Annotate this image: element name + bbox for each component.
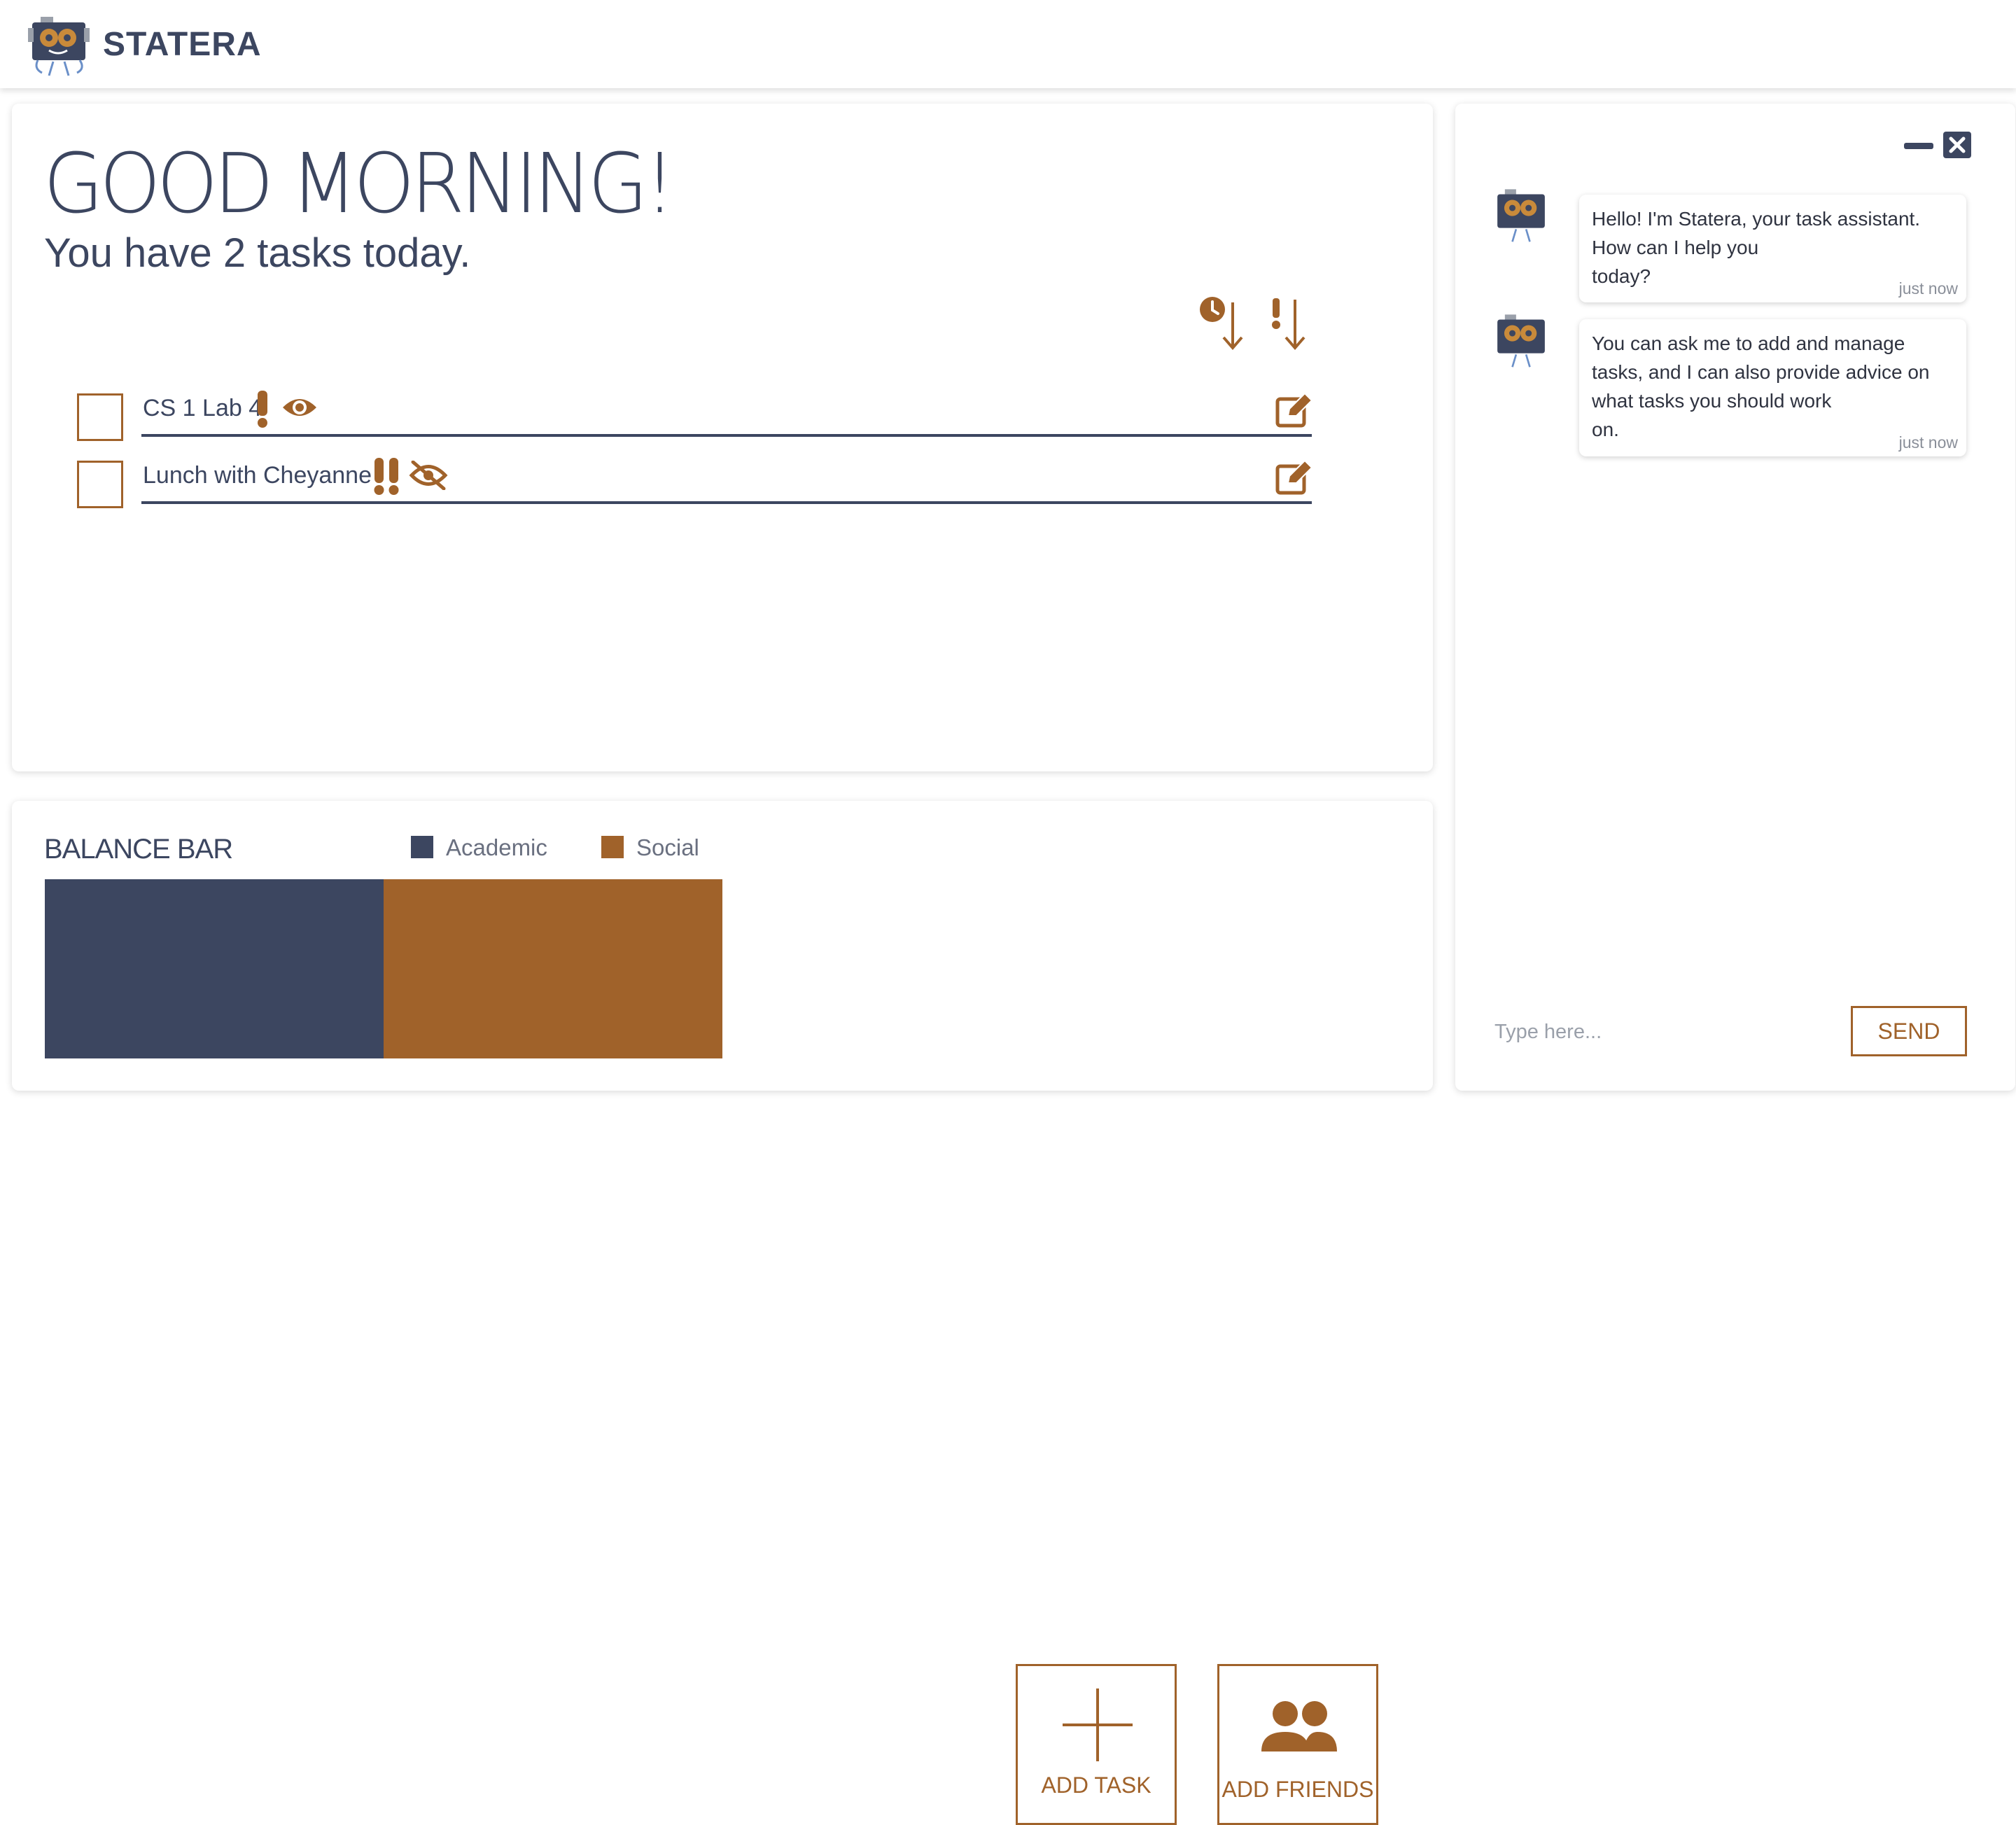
greeting-title: GOOD MORNING! bbox=[43, 135, 676, 232]
chat-message-line: How can I help you bbox=[1592, 237, 1759, 258]
sort-by-time-button[interactable] bbox=[1198, 295, 1247, 351]
legend-label: Social bbox=[636, 834, 699, 860]
balance-bar-title: BALANCE BAR bbox=[44, 834, 233, 865]
balance-bar-social bbox=[384, 879, 722, 1058]
legend-swatch-academic bbox=[411, 836, 433, 858]
double-exclamation-icon bbox=[374, 458, 399, 495]
clock-sort-down-icon bbox=[1200, 297, 1243, 351]
task-row: Lunch with Cheyanne bbox=[64, 444, 1317, 508]
chat-message-line: what tasks you should work bbox=[1592, 390, 1832, 412]
chat-message-bot: You can ask me to add and manage tasks, … bbox=[1579, 319, 1966, 456]
chat-message-time: just now bbox=[1898, 279, 1958, 298]
chat-message-text: You can ask me to add and manage tasks, … bbox=[1592, 329, 1930, 444]
plus-icon bbox=[1063, 1688, 1133, 1761]
tasks-panel: GOOD MORNING! You have 2 tasks today. CS… bbox=[12, 104, 1433, 771]
task-underline bbox=[141, 434, 1312, 437]
task-label[interactable]: Lunch with Cheyanne bbox=[143, 462, 372, 489]
sort-by-priority-button[interactable] bbox=[1267, 295, 1309, 351]
bot-avatar-icon bbox=[1497, 189, 1545, 242]
close-icon[interactable] bbox=[1943, 132, 1971, 158]
chat-message-time: just now bbox=[1898, 433, 1958, 452]
send-button[interactable]: SEND bbox=[1851, 1006, 1967, 1056]
chat-message-line: Hello! I'm Statera, your task assistant. bbox=[1592, 208, 1921, 230]
chat-message-text: Hello! I'm Statera, your task assistant.… bbox=[1592, 204, 1920, 291]
add-task-label: ADD TASK bbox=[1041, 1772, 1152, 1798]
eye-slash-icon[interactable] bbox=[409, 461, 448, 490]
chat-message-line: You can ask me to add and manage bbox=[1592, 333, 1905, 354]
task-checkbox[interactable] bbox=[77, 393, 123, 441]
chat-message-line: today? bbox=[1592, 265, 1651, 287]
add-friends-label: ADD FRIENDS bbox=[1222, 1777, 1374, 1802]
friends-icon bbox=[1261, 1701, 1337, 1751]
chat-message-line: tasks, and I can also provide advice on bbox=[1592, 361, 1930, 383]
task-checkbox[interactable] bbox=[77, 461, 123, 508]
task-underline bbox=[141, 501, 1312, 504]
task-label[interactable]: CS 1 Lab 4 bbox=[143, 395, 262, 422]
edit-icon[interactable] bbox=[1275, 392, 1313, 428]
chat-message-bot: Hello! I'm Statera, your task assistant.… bbox=[1579, 195, 1966, 302]
priority-sort-down-icon bbox=[1272, 298, 1306, 351]
eye-icon[interactable] bbox=[281, 395, 318, 420]
bot-avatar-icon bbox=[1497, 314, 1545, 368]
task-count-subtitle: You have 2 tasks today. bbox=[44, 230, 471, 276]
chat-input[interactable] bbox=[1494, 1007, 1830, 1057]
chat-message-line: on. bbox=[1592, 419, 1619, 440]
legend-swatch-social bbox=[601, 836, 624, 858]
balance-bar-academic bbox=[45, 879, 384, 1058]
add-task-button[interactable]: ADD TASK bbox=[1016, 1664, 1177, 1825]
task-row: CS 1 Lab 4 bbox=[64, 377, 1317, 441]
brand-name[interactable]: STATERA bbox=[103, 25, 262, 64]
exclamation-icon bbox=[258, 391, 267, 428]
edit-icon[interactable] bbox=[1275, 459, 1313, 496]
add-friends-button[interactable]: ADD FRIENDS bbox=[1217, 1664, 1378, 1825]
robot-logo-icon[interactable] bbox=[28, 13, 90, 77]
legend-label: Academic bbox=[446, 834, 547, 860]
minimize-icon[interactable] bbox=[1904, 141, 1933, 150]
navbar: STATERA bbox=[0, 0, 2016, 88]
